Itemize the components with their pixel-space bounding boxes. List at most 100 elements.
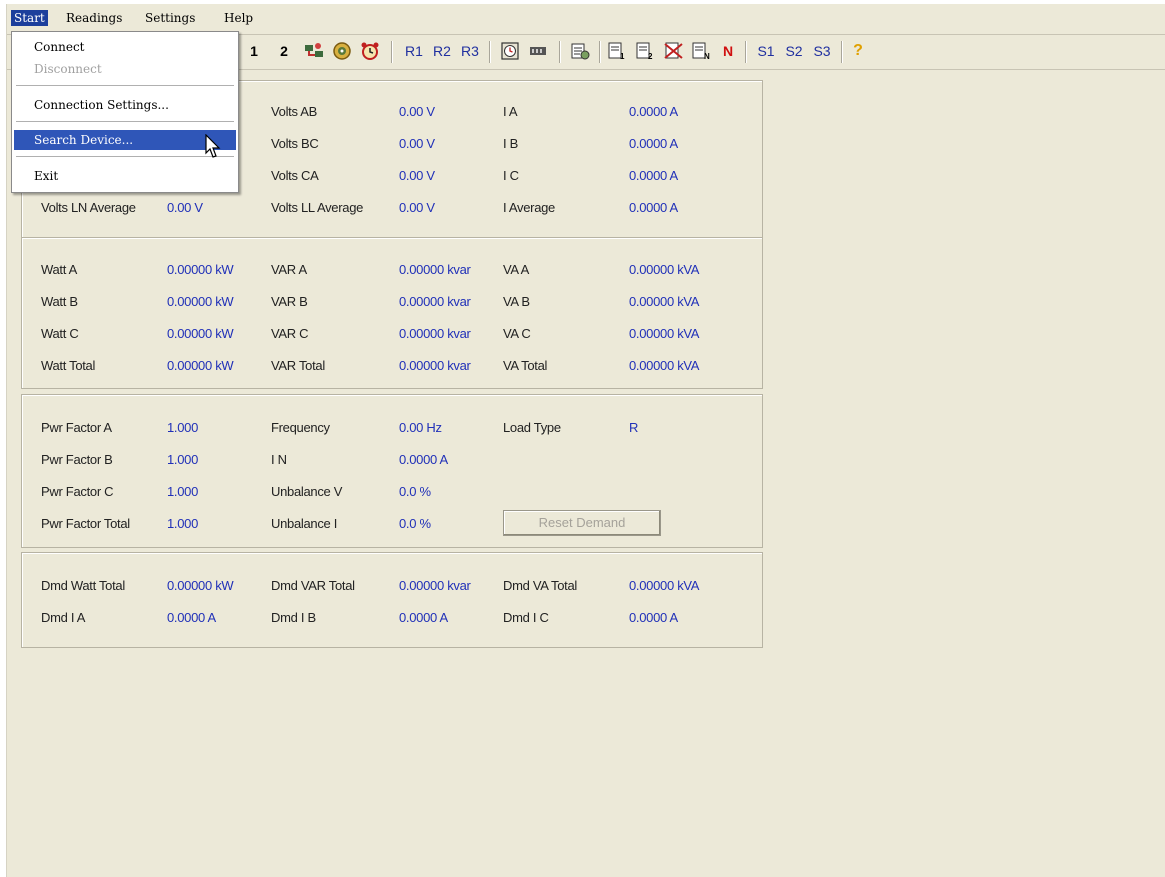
label-i-c: I C [503,168,519,183]
toolbar-r1[interactable]: R1 [403,41,425,61]
value-pwr-factor-b: 1.000 [167,452,199,467]
toolbar-separator [489,41,491,63]
menu-item-connection-settings[interactable]: Connection Settings... [14,95,236,115]
demand-panel [21,552,763,648]
label-var-total: VAR Total [271,358,325,373]
label-var-c: VAR C [271,326,309,341]
value-volts-ll-average: 0.00 V [399,200,435,215]
value-volts-bc: 0.00 V [399,136,435,151]
toolbar-s1[interactable]: S1 [755,41,777,61]
menu-separator [16,85,234,87]
value-watt-b: 0.00000 kW [167,294,234,309]
value-i-n: 0.0000 A [399,452,448,467]
toolbar-r2[interactable]: R2 [431,41,453,61]
value-load-type: R [629,420,639,435]
value-unbalance-v: 0.0 % [399,484,431,499]
alarm-clock-icon[interactable] [359,41,381,61]
value-frequency: 0.00 Hz [399,420,442,435]
label-i-a: I A [503,104,518,119]
value-watt-c: 0.00000 kW [167,326,234,341]
label-pwr-factor-c: Pwr Factor C [41,484,114,499]
menu-item-connect[interactable]: Connect [14,37,236,57]
value-va-total: 0.00000 kVA [629,358,700,373]
help-icon[interactable]: ? [849,41,867,61]
toolbar-s2[interactable]: S2 [783,41,805,61]
value-unbalance-i: 0.0 % [399,516,431,531]
menu-item-search-device[interactable]: Search Device... [14,130,236,150]
toolbar-button-2[interactable]: 2 [277,41,291,61]
clock-icon[interactable] [499,41,521,61]
menu-settings[interactable]: Settings [142,10,198,26]
toolbar-s3[interactable]: S3 [811,41,833,61]
label-volts-ln-average: Volts LN Average [41,200,136,215]
label-unbalance-i: Unbalance I [271,516,338,531]
value-var-b: 0.00000 kvar [399,294,471,309]
value-var-total: 0.00000 kvar [399,358,471,373]
device-settings-icon[interactable] [569,41,591,61]
menu-item-exit[interactable]: Exit [14,166,236,186]
label-dmd-i-c: Dmd I C [503,610,549,625]
svg-text:N: N [704,52,710,60]
reset-demand-button[interactable]: Reset Demand [503,510,661,536]
menu-bar: Start Readings Settings Help [7,4,1165,30]
value-va-c: 0.00000 kVA [629,326,700,341]
label-var-b: VAR B [271,294,308,309]
label-watt-a: Watt A [41,262,78,277]
menu-item-disconnect: Disconnect [34,62,102,76]
value-dmd-watt-total: 0.00000 kW [167,578,234,593]
value-pwr-factor-c: 1.000 [167,484,199,499]
label-va-total: VA Total [503,358,548,373]
toolbar-separator [599,41,601,63]
toolbar-r3[interactable]: R3 [459,41,481,61]
menu-settings-label: Settings [145,11,196,25]
label-va-a: VA A [503,262,530,277]
label-pwr-factor-total: Pwr Factor Total [41,516,130,531]
label-volts-ca: Volts CA [271,168,319,183]
memory-chip-icon[interactable] [527,41,549,61]
energy-record-n-icon[interactable]: N [691,41,713,61]
label-dmd-var-total: Dmd VAR Total [271,578,355,593]
energy-record-2-icon[interactable]: 2 [635,41,657,61]
toolbar-separator [841,41,843,63]
label-dmd-va-total: Dmd VA Total [503,578,577,593]
clear-records-icon[interactable] [663,41,685,61]
menu-readings[interactable]: Readings [63,10,125,26]
value-dmd-i-c: 0.0000 A [629,610,678,625]
label-i-n: I N [271,452,287,467]
label-va-b: VA B [503,294,530,309]
value-volts-ab: 0.00 V [399,104,435,119]
label-dmd-i-b: Dmd I B [271,610,316,625]
menu-separator [16,156,234,158]
label-volts-bc: Volts BC [271,136,319,151]
network-icon[interactable] [303,41,325,61]
menu-start[interactable]: Start [11,10,48,26]
toolbar-n[interactable]: N [719,41,737,61]
menu-readings-label: Readings [66,11,123,25]
toolbar-separator [745,41,747,63]
value-pwr-factor-total: 1.000 [167,516,199,531]
start-menu-dropdown: Connect Disconnect Connection Settings..… [11,31,239,193]
app-window: Start Readings Settings Help 1 2 R1 R2 R… [6,4,1165,877]
label-i-average: I Average [503,200,555,215]
value-var-c: 0.00000 kvar [399,326,471,341]
menu-help[interactable]: Help [221,10,256,26]
menu-start-label: Start [14,11,45,25]
value-watt-total: 0.00000 kW [167,358,234,373]
value-i-average: 0.0000 A [629,200,678,215]
disc-icon[interactable] [331,41,353,61]
label-watt-total: Watt Total [41,358,96,373]
label-load-type: Load Type [503,420,561,435]
toolbar-separator [559,41,561,63]
value-pwr-factor-a: 1.000 [167,420,199,435]
menu-help-label: Help [224,11,254,25]
toolbar-button-1[interactable]: 1 [247,41,261,61]
label-volts-ab: Volts AB [271,104,318,119]
value-dmd-i-b: 0.0000 A [399,610,448,625]
mouse-pointer-icon [205,134,221,158]
label-va-c: VA C [503,326,531,341]
energy-record-1-icon[interactable]: 1 [607,41,629,61]
value-va-b: 0.00000 kVA [629,294,700,309]
label-watt-c: Watt C [41,326,79,341]
label-var-a: VAR A [271,262,307,277]
value-va-a: 0.00000 kVA [629,262,700,277]
